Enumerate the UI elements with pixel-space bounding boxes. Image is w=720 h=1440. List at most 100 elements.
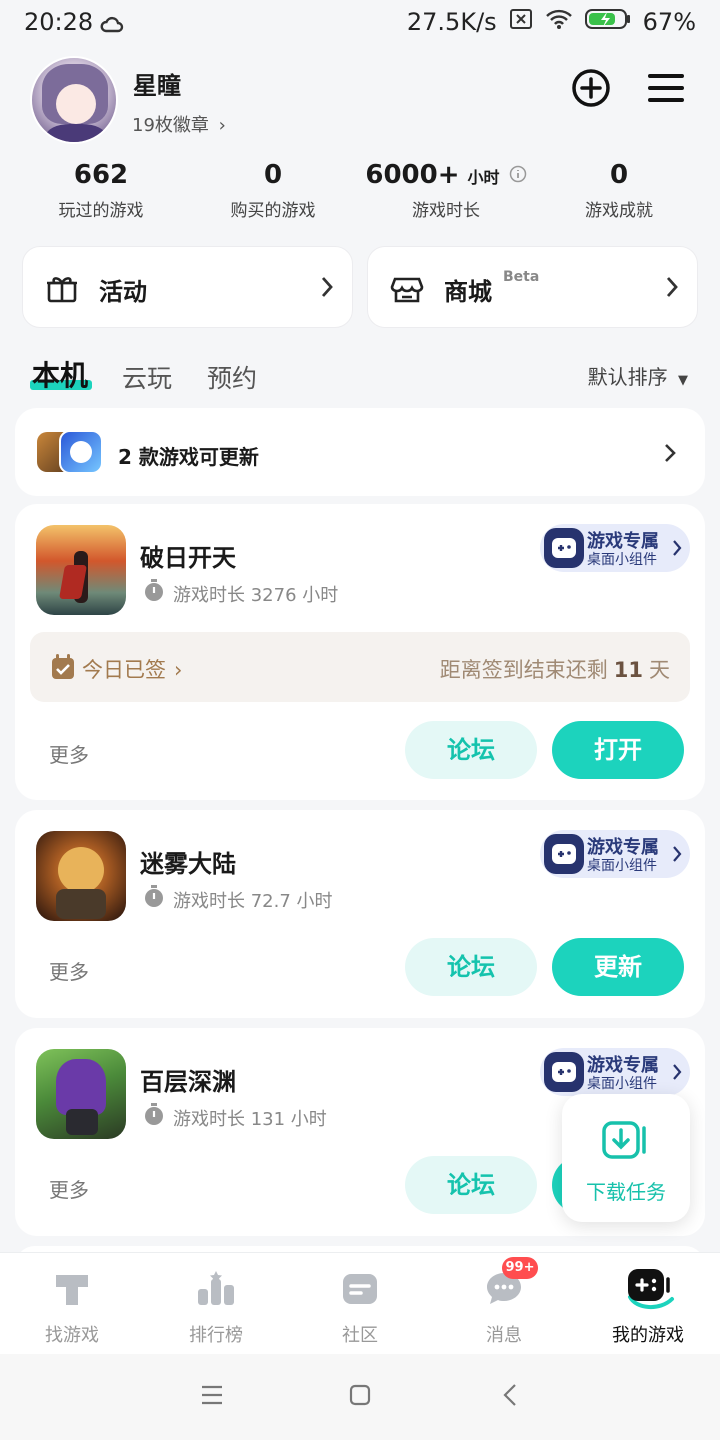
add-icon[interactable] bbox=[571, 68, 611, 108]
find-games-icon bbox=[52, 1269, 92, 1313]
user-name[interactable]: 星瞳 bbox=[133, 66, 181, 101]
update-button[interactable]: 更新 bbox=[552, 938, 684, 996]
nav-label: 排行榜 bbox=[189, 1325, 243, 1346]
network-speed: 27.5K/s bbox=[406, 8, 497, 36]
stat-value: 662 bbox=[73, 160, 129, 190]
nav-ranking[interactable]: 排行榜 bbox=[144, 1253, 288, 1355]
gamepad-icon bbox=[543, 833, 585, 879]
more-link[interactable]: 更多 bbox=[49, 739, 89, 768]
game-card: 破日开天 游戏时长 3276 小时 游戏专属 桌面小组件 今日已签 › 距离签到结… bbox=[15, 504, 705, 800]
nav-my-games[interactable]: 我的游戏 bbox=[576, 1253, 720, 1355]
nav-label: 找游戏 bbox=[45, 1325, 99, 1346]
sign-status: 今日已签 bbox=[82, 658, 166, 682]
badges-link[interactable]: 19枚徽章 › bbox=[132, 111, 226, 137]
status-time: 20:28 bbox=[24, 8, 94, 36]
chevron-right-icon bbox=[320, 275, 334, 303]
widget-subtitle: 桌面小组件 bbox=[587, 1076, 657, 1092]
gift-icon bbox=[45, 271, 79, 309]
chevron-right-icon: › bbox=[174, 658, 183, 682]
stopwatch-icon bbox=[143, 1102, 165, 1130]
desktop-widget-button[interactable]: 游戏专属 桌面小组件 bbox=[540, 524, 690, 572]
cloud-icon bbox=[100, 12, 124, 40]
store-label: 商城 bbox=[444, 278, 492, 306]
update-banner[interactable]: 2 款游戏可更新 bbox=[15, 408, 705, 496]
avatar[interactable] bbox=[30, 56, 118, 144]
stat-label: 购买的游戏 bbox=[230, 201, 316, 221]
stat-value: 6000+ bbox=[365, 160, 460, 190]
sign-in-banner[interactable]: 今日已签 › 距离签到结束还剩 11 天 bbox=[30, 632, 690, 702]
my-games-icon bbox=[624, 1267, 676, 1317]
gamepad-icon bbox=[543, 527, 585, 573]
download-tasks-button[interactable]: 下载任务 bbox=[562, 1094, 690, 1222]
open-button[interactable]: 打开 bbox=[552, 721, 684, 779]
nav-label: 消息 bbox=[486, 1325, 522, 1346]
game-icon[interactable] bbox=[36, 525, 126, 615]
wifi-icon bbox=[545, 8, 573, 36]
nav-find-games[interactable]: 找游戏 bbox=[0, 1253, 144, 1355]
download-label: 下载任务 bbox=[586, 1180, 666, 1204]
stat-achievements[interactable]: 0 游戏成就 bbox=[534, 160, 704, 221]
messages-badge: 99+ bbox=[502, 1257, 538, 1279]
badges-count: 19枚徽章 bbox=[132, 115, 209, 136]
chevron-right-icon bbox=[665, 275, 679, 303]
stat-label: 游戏时长 bbox=[412, 201, 480, 221]
chevron-right-icon bbox=[672, 539, 682, 561]
desktop-widget-button[interactable]: 游戏专属 桌面小组件 bbox=[540, 1048, 690, 1096]
community-icon bbox=[340, 1269, 380, 1313]
chevron-right-icon bbox=[663, 442, 677, 468]
status-bar: 20:28 27.5K/s 67% bbox=[0, 0, 720, 46]
forum-button[interactable]: 论坛 bbox=[405, 1156, 537, 1214]
game-icon[interactable] bbox=[36, 831, 126, 921]
stat-unit: 小时 bbox=[467, 168, 500, 187]
widget-subtitle: 桌面小组件 bbox=[587, 552, 657, 568]
tab-cloud[interactable]: 云玩 bbox=[122, 359, 172, 395]
game-playtime: 游戏时长 131 小时 bbox=[173, 1109, 327, 1130]
forum-button[interactable]: 论坛 bbox=[405, 721, 537, 779]
sort-label: 默认排序 bbox=[587, 365, 668, 389]
download-icon bbox=[602, 1120, 650, 1164]
gamepad-icon bbox=[543, 1051, 585, 1097]
info-icon bbox=[509, 160, 527, 190]
activity-label: 活动 bbox=[99, 278, 147, 306]
game-playtime: 游戏时长 72.7 小时 bbox=[173, 891, 333, 912]
stat-value: 0 bbox=[609, 160, 629, 190]
update-text: 2 款游戏可更新 bbox=[118, 445, 259, 469]
caret-down-icon: ▼ bbox=[678, 373, 688, 388]
game-name[interactable]: 百层深渊 bbox=[140, 1062, 236, 1097]
store-card[interactable]: 商城 Beta bbox=[367, 246, 698, 328]
chevron-right-icon: › bbox=[218, 115, 226, 136]
stat-played[interactable]: 662 玩过的游戏 bbox=[16, 160, 186, 221]
game-name[interactable]: 迷雾大陆 bbox=[140, 844, 236, 879]
activity-card[interactable]: 活动 bbox=[22, 246, 353, 328]
home-icon[interactable] bbox=[349, 1384, 371, 1410]
recents-icon[interactable] bbox=[200, 1384, 224, 1410]
chevron-right-icon bbox=[672, 845, 682, 867]
nav-community[interactable]: 社区 bbox=[288, 1253, 432, 1355]
stat-playtime[interactable]: 6000+ 小时 游戏时长 bbox=[361, 160, 531, 221]
bottom-nav: 找游戏 排行榜 社区 消息 我的游戏 bbox=[0, 1252, 720, 1354]
game-icons-stack bbox=[37, 430, 103, 474]
forum-button[interactable]: 论坛 bbox=[405, 938, 537, 996]
game-name[interactable]: 破日开天 bbox=[140, 538, 236, 573]
stat-label: 游戏成就 bbox=[585, 201, 653, 221]
nav-label: 我的游戏 bbox=[612, 1325, 684, 1346]
menu-icon[interactable] bbox=[646, 68, 686, 108]
stat-purchased[interactable]: 0 购买的游戏 bbox=[188, 160, 358, 221]
stat-value: 0 bbox=[263, 160, 283, 190]
store-icon bbox=[390, 271, 424, 309]
widget-subtitle: 桌面小组件 bbox=[587, 858, 657, 874]
ranking-icon bbox=[196, 1269, 236, 1313]
tab-reserve[interactable]: 预约 bbox=[207, 359, 257, 395]
tab-local[interactable]: 本机 bbox=[32, 354, 88, 394]
stat-label: 玩过的游戏 bbox=[58, 201, 144, 221]
beta-badge: Beta bbox=[503, 269, 540, 285]
game-icon[interactable] bbox=[36, 1049, 126, 1139]
battery-percent: 67% bbox=[642, 8, 696, 36]
more-link[interactable]: 更多 bbox=[49, 1174, 89, 1203]
nav-label: 社区 bbox=[342, 1325, 378, 1346]
desktop-widget-button[interactable]: 游戏专属 桌面小组件 bbox=[540, 830, 690, 878]
sort-dropdown[interactable]: 默认排序 ▼ bbox=[588, 361, 688, 390]
back-icon[interactable] bbox=[502, 1383, 518, 1411]
calendar-check-icon bbox=[51, 654, 75, 684]
more-link[interactable]: 更多 bbox=[49, 956, 89, 985]
